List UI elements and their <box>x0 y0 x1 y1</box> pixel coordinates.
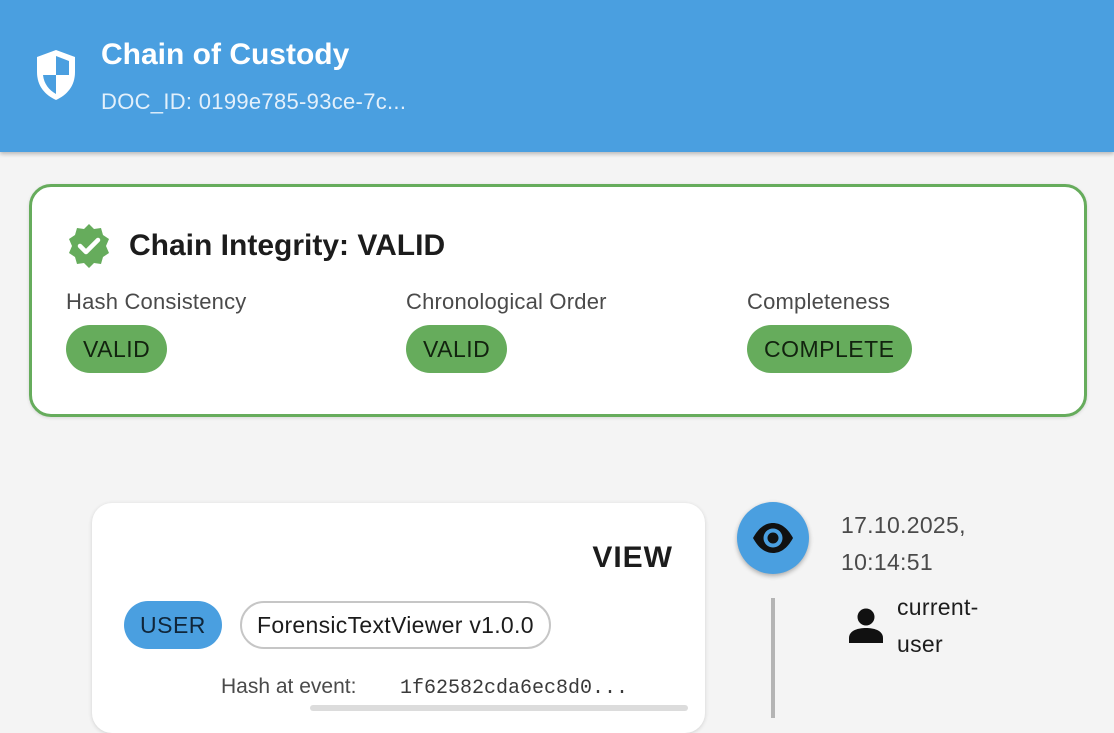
status-badge: VALID <box>66 325 168 373</box>
metric-completeness: Completeness COMPLETE <box>747 289 912 373</box>
timeline-event-marker[interactable] <box>737 502 809 574</box>
user-line: user <box>897 631 943 657</box>
metric-label: Hash Consistency <box>66 289 247 314</box>
event-timestamp: 17.10.2025, 10:14:51 <box>841 507 991 581</box>
metric-chronological-order: Chronological Order VALID <box>406 289 607 373</box>
status-badge: COMPLETE <box>747 325 912 373</box>
verified-badge-icon <box>69 224 109 268</box>
person-icon <box>849 608 883 643</box>
timestamp-time: 10:14:51 <box>841 549 933 575</box>
hash-label: Hash at event: <box>221 675 357 698</box>
metric-hash-consistency: Hash Consistency VALID <box>66 289 247 373</box>
hash-value: 1f62582cda6ec8d0... <box>400 677 629 700</box>
metric-label: Completeness <box>747 289 891 314</box>
page-title: Chain of Custody <box>101 38 350 71</box>
metric-label: Chronological Order <box>406 289 607 314</box>
custody-event-card[interactable]: VIEW USER ForensicTextViewer v1.0.0 Hash… <box>92 503 705 733</box>
application-chip: ForensicTextViewer v1.0.0 <box>240 601 551 649</box>
document-id: DOC_ID: 0199e785-93ce-7c... <box>101 89 407 114</box>
user-line: current- <box>897 594 979 620</box>
integrity-heading: Chain Integrity: VALID <box>129 229 446 262</box>
role-chip: USER <box>124 601 222 649</box>
app-bar: Chain of Custody DOC_ID: 0199e785-93ce-7… <box>0 0 1114 152</box>
eye-icon <box>753 523 793 553</box>
event-user: current- user <box>897 589 1017 663</box>
horizontal-scrollbar[interactable] <box>310 705 688 711</box>
shield-icon <box>37 50 75 100</box>
timeline-connector <box>771 598 775 718</box>
status-badge: VALID <box>406 325 508 373</box>
event-type: VIEW <box>592 541 673 574</box>
timestamp-date: 17.10.2025, <box>841 512 966 538</box>
chain-integrity-card: Chain Integrity: VALID Hash Consistency … <box>29 184 1087 417</box>
